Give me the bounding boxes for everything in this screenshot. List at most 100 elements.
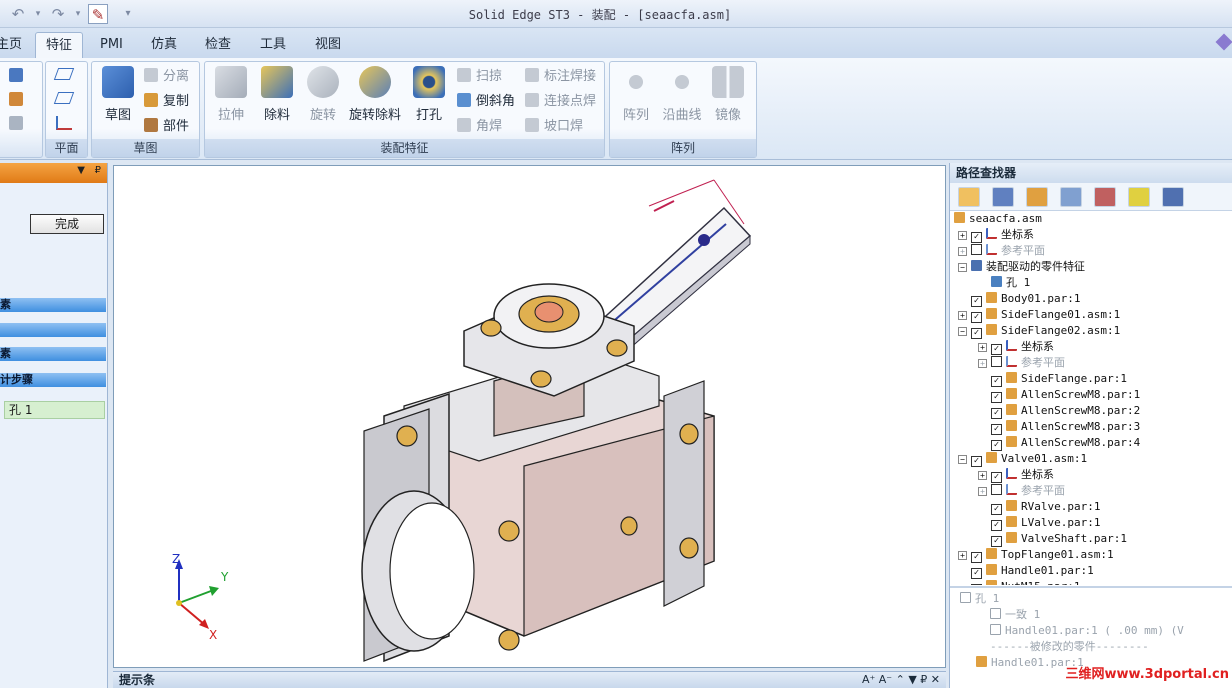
lower-item-hole[interactable]: 孔 1	[960, 591, 999, 607]
tree-item[interactable]: ✓ Handle01.par:1	[954, 563, 1232, 579]
visibility-checkbox[interactable]: ✓	[991, 504, 1002, 515]
fillet-weld-button[interactable]: 角焊	[457, 116, 502, 138]
hole-button[interactable]: 打孔	[407, 66, 451, 123]
select-icon[interactable]	[9, 68, 23, 82]
tree-item[interactable]: ✓ RValve.par:1	[954, 499, 1232, 515]
help-icon[interactable]	[1215, 33, 1232, 51]
visibility-checkbox[interactable]: ✓	[991, 424, 1002, 435]
extrude-button[interactable]: 拉伸	[209, 66, 253, 123]
tree-item[interactable]: + 参考平面	[954, 243, 1232, 259]
visibility-checkbox[interactable]: ✓	[971, 296, 982, 307]
visibility-checkbox[interactable]: ✓	[971, 456, 982, 467]
finish-button[interactable]: 完成	[30, 214, 104, 234]
groove-weld-button[interactable]: 坡口焊	[525, 116, 583, 138]
sensors-icon[interactable]	[1094, 187, 1116, 207]
sweep-button[interactable]: 扫掠	[457, 66, 502, 88]
visibility-checkbox[interactable]: ✓	[971, 552, 982, 563]
step-item[interactable]: 孔 1	[4, 401, 105, 419]
tree-item[interactable]: + ✓ 坐标系	[954, 339, 1232, 355]
expand-toggle-icon[interactable]: +	[978, 487, 987, 496]
tree-item[interactable]: ✓ AllenScrewM8.par:4	[954, 435, 1232, 451]
visibility-checkbox[interactable]: ✓	[971, 312, 982, 323]
visibility-checkbox[interactable]: ✓	[991, 520, 1002, 531]
label-weld-button[interactable]: 标注焊接	[525, 66, 596, 88]
tree-item[interactable]: + ✓ TopFlange01.asm:1	[954, 547, 1232, 563]
3d-viewport[interactable]: Z Y X	[113, 165, 946, 668]
hint-bar-controls-icon[interactable]: A⁺ A⁻ ⌃ ▼ ₽ ✕	[862, 672, 940, 688]
tree-item[interactable]: ✓ SideFlange.par:1	[954, 371, 1232, 387]
tree-item[interactable]: seaacfa.asm	[954, 211, 1232, 227]
visibility-checkbox[interactable]: ✓	[971, 232, 982, 243]
lower-item-mate[interactable]: 一致 1	[990, 607, 1040, 623]
visibility-checkbox[interactable]: ✓	[991, 536, 1002, 547]
expand-toggle-icon[interactable]: +	[978, 359, 987, 368]
tab-home[interactable]: 主页	[0, 32, 32, 58]
visibility-checkbox[interactable]: ✓	[991, 344, 1002, 355]
expand-toggle-icon[interactable]: +	[958, 551, 967, 560]
tree-view-icon[interactable]	[958, 187, 980, 207]
tree-item[interactable]: ✓ AllenScrewM8.par:2	[954, 403, 1232, 419]
visibility-checkbox[interactable]: ✓	[991, 376, 1002, 387]
tree-item[interactable]: + ✓ SideFlange01.asm:1	[954, 307, 1232, 323]
pane-menu-icon[interactable]: ▼	[77, 165, 85, 176]
tab-view[interactable]: 视图	[305, 32, 351, 58]
tree-item[interactable]: ✓ ValveShaft.par:1	[954, 531, 1232, 547]
expand-toggle-icon[interactable]: +	[958, 247, 967, 256]
cutout-button[interactable]: 除料	[255, 66, 299, 123]
revolved-cutout-button[interactable]: 旋转除料	[347, 66, 403, 123]
lower-item-handle-ref[interactable]: Handle01.par:1 ( .00 mm) (V	[990, 623, 1184, 639]
tab-simulation[interactable]: 仿真	[141, 32, 187, 58]
along-curve-button[interactable]: 沿曲线	[660, 66, 704, 123]
visibility-checkbox[interactable]: ✓	[991, 472, 1002, 483]
tab-tools[interactable]: 工具	[250, 32, 296, 58]
expand-toggle-icon[interactable]: −	[958, 263, 967, 272]
visibility-checkbox[interactable]	[991, 356, 1002, 367]
visibility-checkbox[interactable]: ✓	[991, 408, 1002, 419]
expand-toggle-icon[interactable]: −	[958, 327, 967, 336]
tree-item[interactable]: + 参考平面	[954, 483, 1232, 499]
split-button[interactable]: 分离	[144, 66, 189, 88]
expand-toggle-icon[interactable]: −	[958, 455, 967, 464]
zones-icon[interactable]	[1060, 187, 1082, 207]
pattern-button[interactable]: 阵列	[614, 66, 658, 123]
expand-toggle-icon[interactable]: +	[978, 343, 987, 352]
tree-item[interactable]: ✓ LValve.par:1	[954, 515, 1232, 531]
tree-item[interactable]: − ✓ Valve01.asm:1	[954, 451, 1232, 467]
visibility-checkbox[interactable]: ✓	[971, 328, 982, 339]
visibility-checkbox[interactable]: ✓	[971, 584, 982, 585]
expand-toggle-icon[interactable]: +	[978, 471, 987, 480]
stitch-weld-button[interactable]: 连接点焊	[525, 91, 596, 113]
tab-pmi[interactable]: PMI	[90, 32, 133, 58]
part-button[interactable]: 部件	[144, 116, 189, 138]
revolve-button[interactable]: 旋转	[301, 66, 345, 123]
visibility-checkbox[interactable]	[991, 484, 1002, 495]
tree-item[interactable]: + ✓ 坐标系	[954, 227, 1232, 243]
parts-icon[interactable]	[1026, 187, 1048, 207]
tree-item[interactable]: + ✓ 坐标系	[954, 467, 1232, 483]
chamfer-button[interactable]: 倒斜角	[457, 91, 515, 113]
assemble-icon[interactable]	[9, 92, 23, 106]
tab-features[interactable]: 特征	[35, 32, 84, 58]
visibility-checkbox[interactable]: ✓	[991, 440, 1002, 451]
tree-item[interactable]: 孔 1	[954, 275, 1232, 291]
expand-toggle-icon[interactable]: +	[958, 231, 967, 240]
plane-options-icon[interactable]	[53, 92, 75, 104]
tree-item[interactable]: ✓ AllenScrewM8.par:1	[954, 387, 1232, 403]
tree-item[interactable]: − ✓ SideFlange02.asm:1	[954, 323, 1232, 339]
visibility-checkbox[interactable]: ✓	[991, 392, 1002, 403]
plane-icon[interactable]	[53, 68, 75, 80]
sketch-button[interactable]: 草图	[96, 66, 140, 123]
visibility-checkbox[interactable]	[971, 244, 982, 255]
mirror-button[interactable]: 镜像	[706, 66, 750, 123]
settings-icon[interactable]	[1162, 187, 1184, 207]
tree-item[interactable]: ✓ AllenScrewM8.par:3	[954, 419, 1232, 435]
pin-icon[interactable]: ₽	[95, 165, 101, 176]
expand-toggle-icon[interactable]: +	[958, 311, 967, 320]
tab-inspect[interactable]: 检查	[195, 32, 241, 58]
tree-item[interactable]: ✓ Body01.par:1	[954, 291, 1232, 307]
tree-item[interactable]: + 参考平面	[954, 355, 1232, 371]
tree-item[interactable]: − 装配驱动的零件特征	[954, 259, 1232, 275]
copy-button[interactable]: 复制	[144, 91, 189, 113]
tree-item[interactable]: ✓ NutM15.par:1	[954, 579, 1232, 585]
layers-icon[interactable]	[992, 187, 1014, 207]
